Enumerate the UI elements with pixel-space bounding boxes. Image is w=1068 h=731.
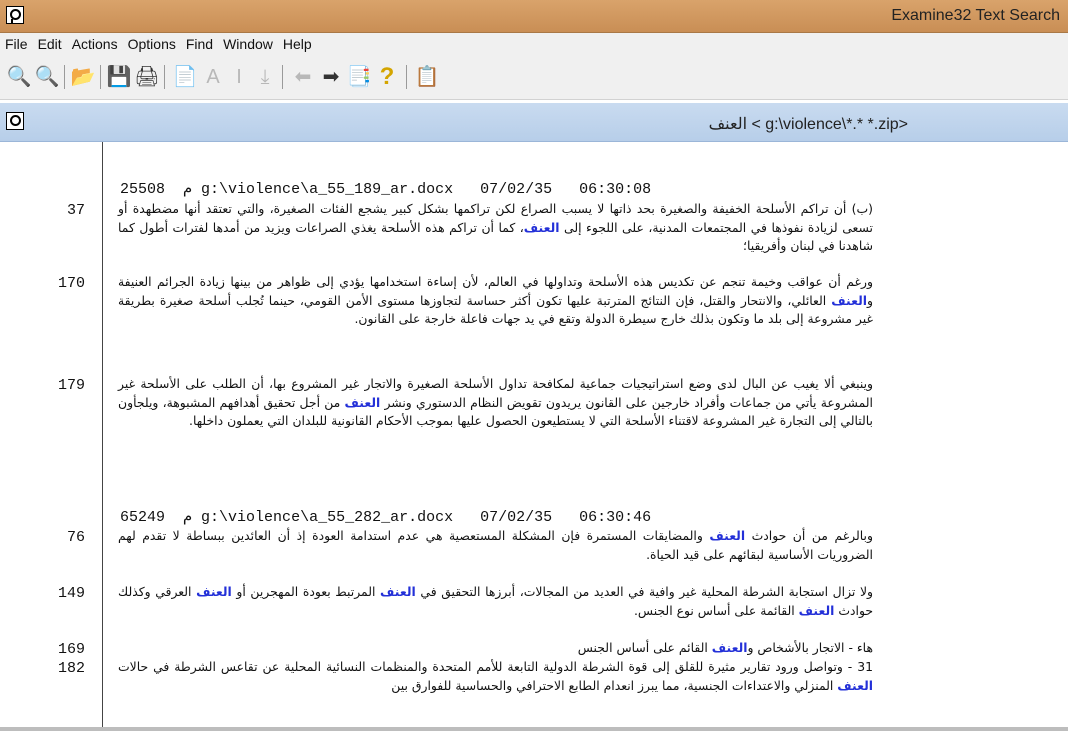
line-number: 169 [57,641,85,658]
text-segment: القائم على أساس الجنس [577,640,712,655]
toolbar-separator [100,65,101,89]
toolbar-separator [282,65,283,89]
zoom-out-icon[interactable]: 🔍 [6,64,32,90]
result-paragraph: وبالرغم من أن حوادث العنف والمضايقات الم… [118,527,873,564]
menu-bar: File Edit Actions Options Find Window Help [0,33,1068,57]
save-icon[interactable]: 💾 [106,64,132,90]
result-paragraph: 31 - وتواصل ورود تقارير مثيرة للقلق إلى … [118,658,873,695]
search-hit: العنف [837,677,873,693]
line-number: 179 [57,377,85,394]
arrow-left-icon[interactable]: ⬅ [290,64,316,90]
line-number: 182 [57,660,85,677]
font-increase-icon[interactable]: A [200,64,226,90]
menu-window[interactable]: Window [218,33,278,52]
menu-find[interactable]: Find [181,33,218,52]
search-hit: العنف [798,602,835,618]
result-paragraph: وينبغي ألا يغيب عن البال لدى وضع استراتي… [118,375,873,431]
document-title: العنف < g:\violence\*.* *.zip> [708,116,908,133]
result-paragraph: (ب) أن تراكم الأسلحة الخفيفة والصغيرة بح… [118,200,873,256]
search-hit: العنف [344,394,381,410]
window-title: Examine32 Text Search [891,7,1060,24]
line-number: 149 [57,585,85,602]
open-folder-icon[interactable]: 📂 [70,64,96,90]
result-file-header[interactable]: 65249 م g:\violence\a_55_282_ar.docx 07/… [120,507,651,526]
text-segment: المنزلي والاعتداءات الجنسية، مما يبرز ان… [391,677,838,693]
toolbar-separator [64,65,65,89]
search-hit: العنف [380,584,416,599]
toolbar-separator [164,65,165,89]
zoom-in-icon[interactable]: 🔍 [34,64,60,90]
line-number-divider [102,142,103,727]
toolbar-separator [406,65,407,89]
download-icon[interactable]: ⤓ [252,64,278,90]
title-bar: Examine32 Text Search [0,0,1068,33]
line-number: 37 [66,202,85,219]
text-segment: القائمة على أساس نوع الجنس. [633,602,799,618]
document-title-bar: العنف < g:\violence\*.* *.zip> [0,103,1068,142]
text-cursor-icon[interactable]: I [226,64,252,90]
print-icon[interactable]: 🖨 [134,64,160,90]
search-hit: العنف [709,528,746,543]
line-number: 170 [57,275,85,292]
menu-actions[interactable]: Actions [67,33,123,52]
copy-icon[interactable]: 📑 [346,64,372,90]
toolbar: 🔍 🔍 📂 💾 🖨 📄 A I ⤓ ⬅ ➡ 📑 ? 📋 [0,57,1068,100]
results-view[interactable]: 25508 م g:\violence\a_55_189_ar.docx 07/… [0,142,1068,727]
help-icon[interactable]: ? [374,64,400,90]
result-paragraph: ولا تزال استجابة الشرطة المحلية غير وافي… [118,583,873,620]
menu-edit[interactable]: Edit [33,33,67,52]
window-bottom-border [0,727,1068,731]
menu-file[interactable]: File [0,33,33,52]
document-magnifier-icon[interactable] [6,112,24,130]
result-paragraph: ورغم أن عواقب وخيمة تنجم عن تكديس هذه ال… [118,273,873,329]
search-hit: العنف [196,584,232,599]
text-segment: المرتبط بعودة المهجرين أو [231,584,381,599]
text-segment: ولا تزال استجابة الشرطة المحلية غير وافي… [415,584,874,599]
text-segment: 31 - وتواصل ورود تقارير مثيرة للقلق إلى … [118,659,873,674]
arrow-right-icon[interactable]: ➡ [318,64,344,90]
page-icon[interactable]: 📄 [172,64,198,90]
clipboard-icon[interactable]: 📋 [414,64,440,90]
result-file-header[interactable]: 25508 م g:\violence\a_55_189_ar.docx 07/… [120,179,651,198]
search-hit: العنف [523,219,560,235]
text-segment: وبالرغم من أن حوادث [745,528,873,543]
menu-help[interactable]: Help [278,33,317,52]
text-segment: هاء - الاتجار بالأشخاص و [747,640,874,655]
result-paragraph: هاء - الاتجار بالأشخاص والعنف القائم على… [118,639,873,658]
menu-options[interactable]: Options [123,33,181,52]
search-hit: العنف [711,640,748,655]
app-magnifier-icon[interactable] [6,6,24,24]
text-segment: العائلي، والانتحار والقتل، فإن النتائج ا… [118,292,873,327]
search-hit: العنف [831,292,868,308]
line-number: 76 [66,529,85,546]
